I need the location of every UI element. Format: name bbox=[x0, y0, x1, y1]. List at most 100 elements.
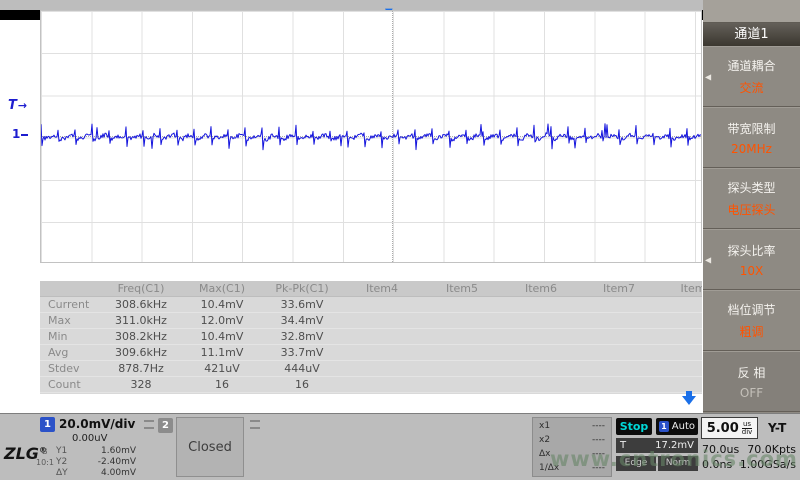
table-cell bbox=[342, 345, 422, 360]
menu-item-value: 粗调 bbox=[739, 323, 763, 340]
menu-item-value: 10X bbox=[740, 264, 764, 278]
menu-item-probe-ratio[interactable]: ◀ 探头比率 10X bbox=[703, 229, 800, 290]
trigger-sweep[interactable]: Norm bbox=[658, 456, 698, 471]
trigger-arrow-icon: → bbox=[18, 99, 27, 112]
menu-title: 通道1 bbox=[703, 23, 800, 46]
cursor-label: Δx bbox=[539, 448, 550, 460]
menu-item-value: 电压探头 bbox=[727, 201, 775, 218]
menu-item-bandwidth-limit[interactable]: 带宽限制 20MHz bbox=[703, 107, 800, 168]
table-cell: 11.1mV bbox=[182, 345, 262, 360]
menu-item-probe-type[interactable]: 探头类型 电压探头 bbox=[703, 168, 800, 229]
table-cell: 33.6mV bbox=[262, 297, 342, 312]
scroll-down-indicator[interactable] bbox=[682, 391, 696, 406]
row-name: Current bbox=[40, 297, 100, 312]
table-row: Min308.2kHz10.4mV32.8mV bbox=[40, 329, 702, 345]
menu-item-value: 20MHz bbox=[731, 142, 772, 156]
table-cell bbox=[502, 361, 580, 376]
table-cell bbox=[658, 329, 702, 344]
menu-item-invert[interactable]: 反 相 OFF bbox=[703, 351, 800, 412]
timebase-control[interactable]: 5.00 us div bbox=[701, 417, 758, 439]
menu-item-gear-adjust[interactable]: 档位调节 粗调 bbox=[703, 290, 800, 351]
more-indicator-icon bbox=[250, 420, 260, 429]
status-bar: ZLG® 1 20.0mV/div 0.00uV B 10:1 Y1 1.60m… bbox=[0, 413, 800, 480]
timebase-unit: us div bbox=[742, 421, 753, 436]
table-cell: 308.2kHz bbox=[100, 329, 182, 344]
trigger-source-badge: 1 bbox=[659, 421, 669, 432]
table-cell bbox=[658, 345, 702, 360]
table-cell: 878.7Hz bbox=[100, 361, 182, 376]
column-header: Freq(C1) bbox=[100, 281, 182, 296]
display-area: ▼ T→ 1 Freq(C1)Max(C1)Pk-Pk(C1)Item4Item… bbox=[0, 10, 703, 413]
run-state-button[interactable]: Stop bbox=[616, 418, 652, 435]
cursor-label: 1/Δx bbox=[539, 462, 559, 474]
graticule bbox=[40, 10, 702, 263]
table-cell: 309.6kHz bbox=[100, 345, 182, 360]
unit-top: us bbox=[742, 421, 753, 428]
trigger-type-row: Edge Norm bbox=[616, 456, 698, 471]
cursor-dx-row: Δx ---- bbox=[533, 448, 611, 460]
table-cell bbox=[502, 345, 580, 360]
channel2-status[interactable]: Closed bbox=[176, 417, 244, 477]
table-cell bbox=[580, 313, 658, 328]
table-cell bbox=[502, 329, 580, 344]
cursor-y2-readout: Y2 -2.40mV bbox=[56, 457, 136, 468]
cursor-y1-readout: Y1 1.60mV bbox=[56, 446, 136, 457]
scroll-arrow-head-icon bbox=[682, 396, 696, 405]
left-arrow-icon: ◀ bbox=[705, 255, 711, 264]
table-cell: 444uV bbox=[262, 361, 342, 376]
cursor-inv-dx-row: 1/Δx ---- bbox=[533, 462, 611, 474]
trigger-level-readout[interactable]: T 17.2mV bbox=[616, 438, 698, 453]
cursor-value: 1.60mV bbox=[101, 446, 136, 457]
table-cell bbox=[580, 297, 658, 312]
unit-bottom: div bbox=[742, 428, 753, 436]
column-header: Pk-Pk(C1) bbox=[262, 281, 342, 296]
row-name: Min bbox=[40, 329, 100, 344]
table-cell: 12.0mV bbox=[182, 313, 262, 328]
bandwidth-tag: B bbox=[42, 447, 48, 456]
table-row: Max311.0kHz12.0mV34.4mV bbox=[40, 313, 702, 329]
channel1-marker-label: 1 bbox=[12, 127, 20, 141]
menu-item-value: OFF bbox=[740, 386, 763, 400]
table-cell bbox=[580, 361, 658, 376]
row-name: Max bbox=[40, 313, 100, 328]
sample-rate: 1.00GSa/s bbox=[740, 458, 796, 471]
cursor-value: ---- bbox=[592, 462, 605, 474]
table-cell bbox=[342, 297, 422, 312]
measurement-table: Freq(C1)Max(C1)Pk-Pk(C1)Item4Item5Item6I… bbox=[40, 281, 702, 394]
table-cell bbox=[580, 345, 658, 360]
table-cell: 16 bbox=[182, 377, 262, 392]
channel1-badge[interactable]: 1 bbox=[40, 417, 55, 432]
trigger-level-value: 17.2mV bbox=[655, 438, 694, 453]
memory-depth: 70.0Kpts bbox=[747, 443, 796, 456]
waveform-plot bbox=[41, 11, 701, 262]
column-header: Max(C1) bbox=[182, 281, 262, 296]
channel1-position-marker[interactable]: 1 bbox=[12, 127, 28, 141]
menu-item-label: 通道耦合 bbox=[727, 57, 775, 74]
table-cell: 311.0kHz bbox=[100, 313, 182, 328]
table-cell: 34.4mV bbox=[262, 313, 342, 328]
cursor-value: ---- bbox=[592, 434, 605, 446]
logo-text: ZLG bbox=[4, 444, 39, 463]
table-cell bbox=[342, 361, 422, 376]
column-header: Item8 bbox=[658, 281, 702, 296]
probe-ratio-tag: 10:1 bbox=[36, 458, 54, 467]
trigger-mode-button[interactable]: 1 Auto bbox=[656, 418, 698, 435]
column-header: Item5 bbox=[422, 281, 502, 296]
column-header: Item7 bbox=[580, 281, 658, 296]
trigger-level-marker[interactable]: T→ bbox=[8, 98, 27, 113]
table-row: Stdev878.7Hz421uV444uV bbox=[40, 361, 702, 377]
timebase-value: 5.00 bbox=[707, 421, 739, 436]
ground-level-icon bbox=[21, 134, 28, 136]
cursor-value: ---- bbox=[592, 448, 605, 460]
table-cell bbox=[342, 377, 422, 392]
menu-item-label: 带宽限制 bbox=[727, 120, 775, 137]
row-name: Count bbox=[40, 377, 100, 392]
table-cell bbox=[422, 297, 502, 312]
menu-item-coupling[interactable]: ◀ 通道耦合 交流 bbox=[703, 46, 800, 107]
cursor-dy-readout: ΔY 4.00mV bbox=[56, 468, 136, 479]
row-name: Stdev bbox=[40, 361, 100, 376]
table-cell: 32.8mV bbox=[262, 329, 342, 344]
channel1-scale[interactable]: 20.0mV/div bbox=[59, 417, 135, 431]
trigger-type[interactable]: Edge bbox=[616, 456, 656, 471]
channel2-badge[interactable]: 2 bbox=[158, 418, 173, 433]
